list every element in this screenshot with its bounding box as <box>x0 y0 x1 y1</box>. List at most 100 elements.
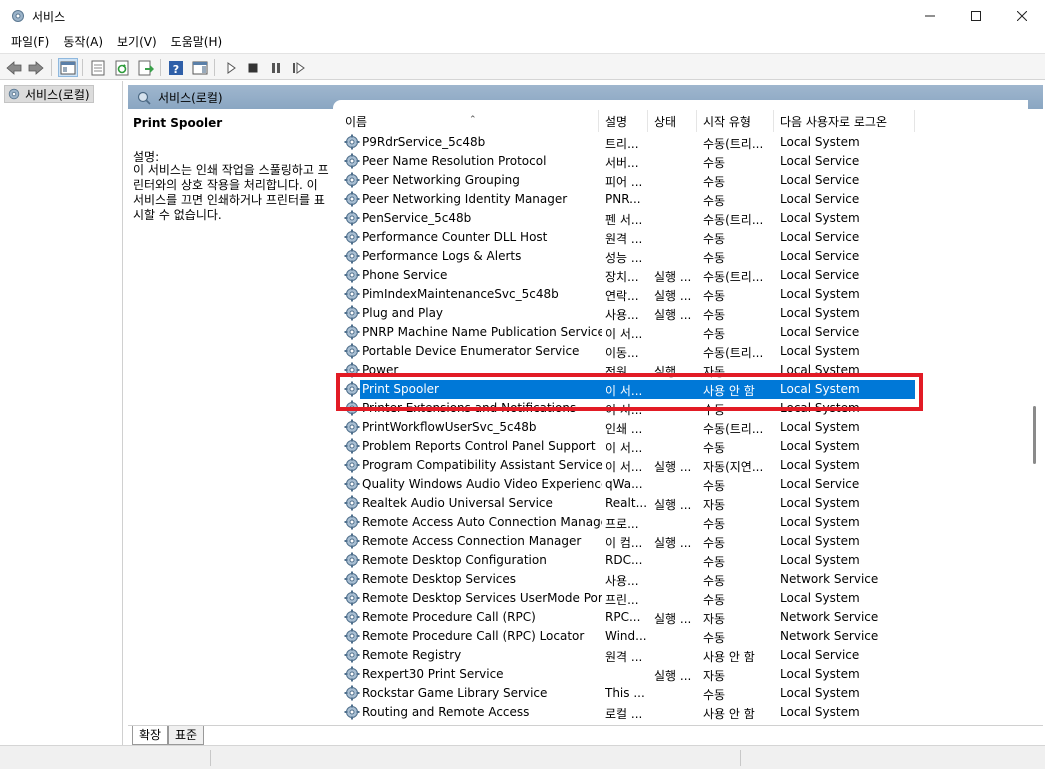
service-name: Rockstar Game Library Service <box>362 686 548 700</box>
properties-button[interactable] <box>88 58 108 77</box>
column-header-description[interactable]: 설명 <box>599 110 648 132</box>
service-description: 펜 서... <box>605 213 643 227</box>
help-button[interactable]: ? <box>166 58 186 77</box>
restart-service-button[interactable] <box>289 58 309 77</box>
service-row[interactable]: Remote Desktop Services UserMode Port ..… <box>333 589 1028 608</box>
service-row[interactable]: Problem Reports Control Panel Support 이 서… <box>333 437 1028 456</box>
service-name: Rexpert30 Print Service <box>362 667 504 681</box>
menu-file[interactable]: 파일(F) <box>4 32 56 52</box>
service-logon-as: Local System <box>780 515 860 529</box>
play-icon <box>227 61 236 74</box>
service-row[interactable]: Remote Procedure Call (RPC) Locator Wind.… <box>333 627 1028 646</box>
service-logon-as: Local Service <box>780 268 860 282</box>
refresh-button[interactable] <box>112 58 132 77</box>
service-gear-icon <box>344 305 360 321</box>
service-logon-as: Local System <box>780 496 860 510</box>
column-header-status[interactable]: 상태 <box>648 110 697 132</box>
service-description: 이 서... <box>605 327 643 341</box>
service-gear-icon <box>344 685 360 701</box>
service-startup-type: 수동(트리... <box>703 137 764 151</box>
service-row[interactable]: Plug and Play 사용... 실행 ... 수동 Local System <box>333 304 1028 323</box>
service-logon-as: Network Service <box>780 610 879 624</box>
service-gear-icon <box>344 438 360 454</box>
service-row[interactable]: Remote Registry 원격 ... 사용 안 함 Local Service <box>333 646 1028 665</box>
stop-service-button[interactable] <box>243 58 263 77</box>
show-hide-console-tree-button[interactable] <box>58 58 78 77</box>
service-row[interactable]: Phone Service 장치... 실행 ... 수동(트리... Local Se… <box>333 266 1028 285</box>
stop-icon <box>248 63 258 72</box>
service-startup-type: 자동 <box>703 612 726 626</box>
service-row[interactable]: Realtek Audio Universal Service Realt... 실… <box>333 494 1028 513</box>
service-description: 연락... <box>605 289 639 303</box>
service-name: Remote Procedure Call (RPC) Locator <box>362 629 585 643</box>
service-row[interactable]: Remote Desktop Configuration RDC... 수동 Loca… <box>333 551 1028 570</box>
service-row[interactable]: PNRP Machine Name Publication Service 이 서… <box>333 323 1028 342</box>
service-row[interactable]: P9RdrService_5c48b 트리... 수동(트리... Local Sys… <box>333 133 1028 152</box>
service-startup-type: 수동 <box>703 327 726 341</box>
service-logon-as: Local System <box>780 420 860 434</box>
service-row[interactable]: Performance Counter DLL Host 원격 ... 수동 Loca… <box>333 228 1028 247</box>
export-icon <box>138 60 154 75</box>
service-row[interactable]: Peer Networking Grouping 피어 ... 수동 Local Se… <box>333 171 1028 190</box>
service-status: 실행 ... <box>654 669 692 683</box>
start-service-button[interactable] <box>221 58 241 77</box>
service-gear-icon <box>344 552 360 568</box>
service-row[interactable]: Portable Device Enumerator Service 이동... 수… <box>333 342 1028 361</box>
column-description-label: 설명 <box>605 114 628 129</box>
service-logon-as: Local System <box>780 287 860 301</box>
service-startup-type: 수동 <box>703 308 726 322</box>
minimize-button[interactable] <box>907 0 953 32</box>
back-arrow-icon <box>6 60 22 75</box>
menu-view[interactable]: 보기(V) <box>110 32 164 52</box>
column-header-logon-as[interactable]: 다음 사용자로 로그온 <box>774 110 915 132</box>
menu-action[interactable]: 동작(A) <box>56 32 110 52</box>
service-row[interactable]: PrintWorkflowUserSvc_5c48b 인쇄 ... 수동(트리...… <box>333 418 1028 437</box>
service-name: Remote Desktop Configuration <box>362 553 547 567</box>
panel-header-title: 서비스(로컬) <box>158 91 223 105</box>
service-row[interactable]: Remote Access Connection Manager 이 컴... 실행… <box>333 532 1028 551</box>
service-row[interactable]: Remote Procedure Call (RPC) RPC... 실행 ... 자… <box>333 608 1028 627</box>
view-tabs: 확장 표준 <box>128 725 1043 745</box>
toolbar: ? <box>0 53 1045 80</box>
service-row[interactable]: Routing and Remote Access 로컬 ... 사용 안 함 Loc… <box>333 703 1028 722</box>
column-header-name[interactable]: 이름 ⌃ <box>339 110 599 132</box>
service-row[interactable]: Peer Networking Identity Manager PNR... 수동… <box>333 190 1028 209</box>
menu-help[interactable]: 도움말(H) <box>164 32 230 52</box>
service-row[interactable]: Program Compatibility Assistant Service 이… <box>333 456 1028 475</box>
maximize-button[interactable] <box>953 0 999 32</box>
service-row[interactable]: Remote Desktop Services 사용... 수동 Network Se… <box>333 570 1028 589</box>
service-row[interactable]: Remote Access Auto Connection Manager 프로.… <box>333 513 1028 532</box>
service-row[interactable]: Rockstar Game Library Service This ... 수동 L… <box>333 684 1028 703</box>
forward-button[interactable] <box>26 58 46 77</box>
tree-item-services-local[interactable]: 서비스(로컬) <box>4 85 94 103</box>
service-row[interactable]: PimIndexMaintenanceSvc_5c48b 연락... 실행 ... 수… <box>333 285 1028 304</box>
close-button[interactable] <box>999 0 1045 32</box>
service-startup-type: 수동 <box>703 631 726 645</box>
show-action-pane-button[interactable] <box>190 58 210 77</box>
service-gear-icon <box>344 495 360 511</box>
tab-extended[interactable]: 확장 <box>132 726 169 745</box>
tab-standard[interactable]: 표준 <box>168 726 205 745</box>
service-logon-as: Local Service <box>780 173 860 187</box>
scrollbar-thumb[interactable] <box>1033 406 1036 464</box>
service-status: 실행 ... <box>654 308 692 322</box>
back-button[interactable] <box>4 58 24 77</box>
service-description: 장치... <box>605 270 639 284</box>
service-startup-type: 자동 <box>703 498 726 512</box>
service-startup-type: 수동 <box>703 517 726 531</box>
column-header-startup-type[interactable]: 시작 유형 <box>697 110 774 132</box>
service-name: Problem Reports Control Panel Support <box>362 439 596 453</box>
pause-service-button[interactable] <box>266 58 286 77</box>
service-row[interactable]: Performance Logs & Alerts 성능 ... 수동 Local S… <box>333 247 1028 266</box>
service-row[interactable]: PenService_5c48b 펜 서... 수동(트리... Local Syst… <box>333 209 1028 228</box>
service-description: 사용... <box>605 574 639 588</box>
service-name: Remote Desktop Services UserMode Port ..… <box>362 591 602 605</box>
menu-bar: 파일(F) 동작(A) 보기(V) 도움말(H) <box>0 32 1045 52</box>
service-row[interactable]: Peer Name Resolution Protocol 서버... 수동 Loca… <box>333 152 1028 171</box>
service-name: Remote Access Connection Manager <box>362 534 582 548</box>
service-gear-icon <box>344 609 360 625</box>
service-row[interactable]: Rexpert30 Print Service 실행 ... 자동 Local Sys… <box>333 665 1028 684</box>
vertical-scrollbar[interactable] <box>1028 109 1043 725</box>
export-list-button[interactable] <box>136 58 156 77</box>
service-row[interactable]: Quality Windows Audio Video Experience qW… <box>333 475 1028 494</box>
